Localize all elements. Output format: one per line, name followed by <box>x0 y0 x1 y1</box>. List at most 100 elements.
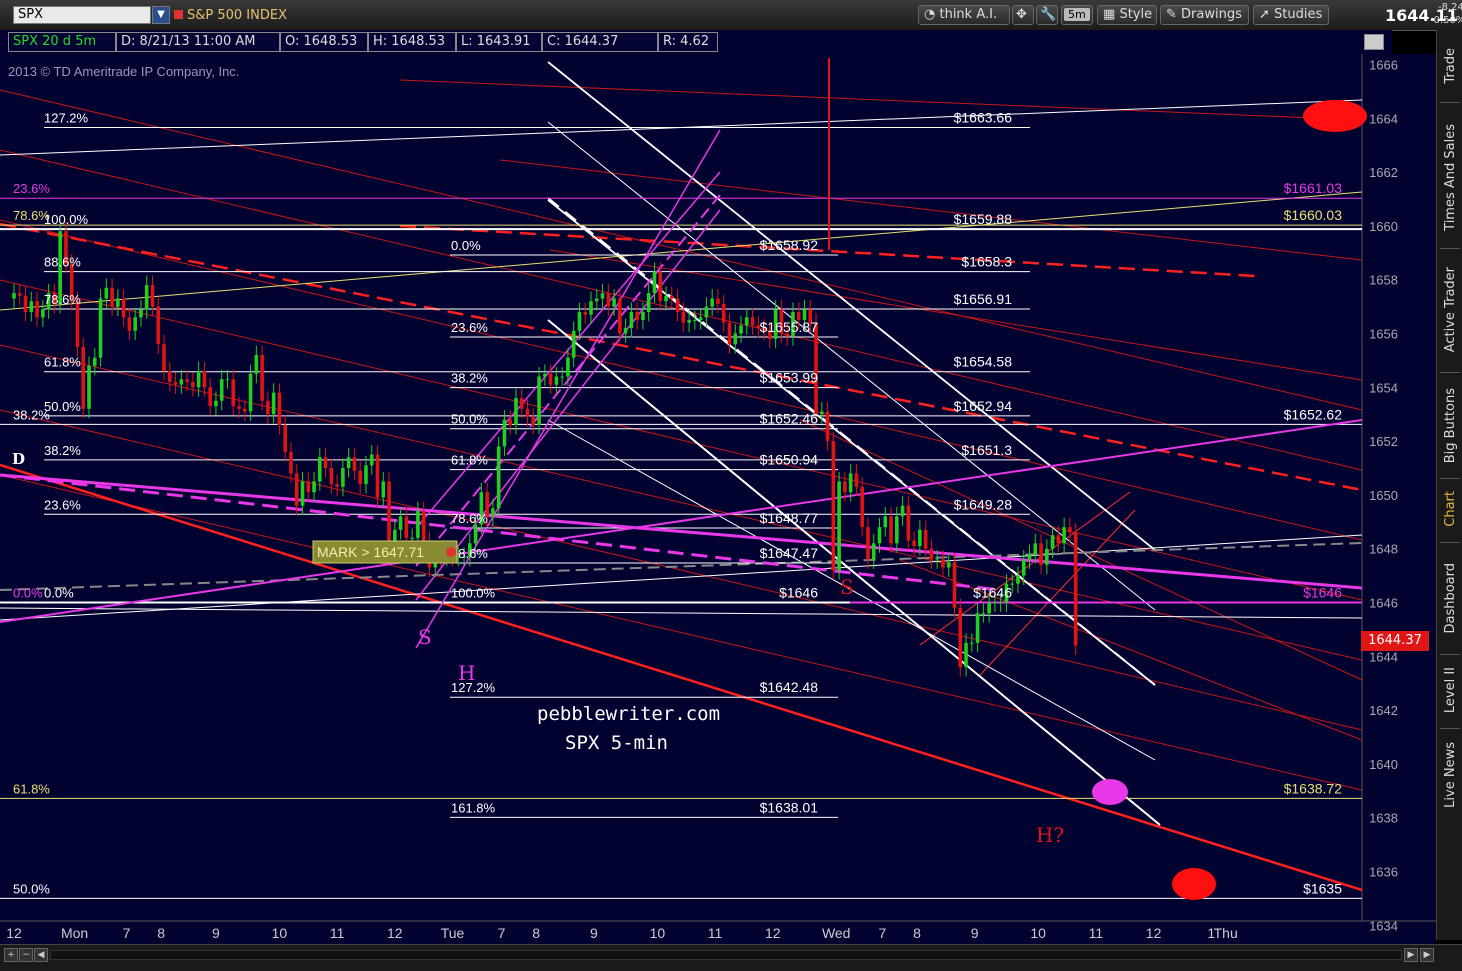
x-tick-label: 8 <box>532 925 540 941</box>
candle-body <box>854 473 859 487</box>
candle-body <box>1027 554 1032 560</box>
tab-trade[interactable]: Trade <box>1437 36 1462 96</box>
tab-dashboard[interactable]: Dashboard <box>1437 550 1462 646</box>
candle-body <box>156 306 161 345</box>
fib-pct-label: 78.6% <box>44 292 81 307</box>
candle-body <box>612 298 616 307</box>
candle-body <box>606 293 611 307</box>
crosshair-icon[interactable]: ✥ <box>1012 5 1034 25</box>
fib-price-label: $1642.48 <box>760 679 819 695</box>
candle-body <box>144 285 149 310</box>
x-tick-label: 10 <box>272 925 288 941</box>
symbol-description: S&P 500 INDEX <box>174 8 287 23</box>
candle-body <box>912 540 916 547</box>
fib-pct-label: 100.0% <box>451 586 496 601</box>
fib-pct-label: 38.2% <box>451 371 488 386</box>
candle-body <box>918 529 922 547</box>
tab-trade-label: Trade <box>1442 48 1458 84</box>
wrench-icon[interactable]: 🔧 <box>1036 5 1058 25</box>
candle-body <box>248 373 253 412</box>
style-icon: ▦ <box>1103 7 1116 22</box>
y-tick-label: 1636 <box>1369 865 1398 880</box>
studies-button[interactable]: ➚ Studies <box>1253 5 1329 25</box>
candle-body <box>560 376 564 378</box>
fib-pct-label: 23.6% <box>44 497 81 512</box>
candle-body <box>1073 532 1078 646</box>
candle-body <box>993 602 997 604</box>
x-tick-label: Thu <box>1214 925 1238 941</box>
candle-body <box>641 311 645 321</box>
candle-body <box>710 298 714 307</box>
candle-body <box>1016 575 1020 584</box>
fib-pct-label: 0.0% <box>44 586 74 601</box>
chart-title[interactable]: SPX 20 d 5m <box>8 32 116 52</box>
fib-price-label: $1649.28 <box>954 496 1013 512</box>
tab-level-ii[interactable]: Level II <box>1437 660 1462 720</box>
tab-big-buttons[interactable]: Big Buttons <box>1437 380 1462 472</box>
fib-price-label: $1659.88 <box>954 211 1013 227</box>
candle-body <box>277 392 282 425</box>
candle-body <box>410 537 414 539</box>
candle-body <box>92 357 97 366</box>
interval-button[interactable]: 5m <box>1061 5 1093 25</box>
candle-body <box>935 559 939 561</box>
net-change: -8.24 <box>1438 2 1462 13</box>
x-tick-label: 12 <box>6 925 22 941</box>
studies-icon: ➚ <box>1259 7 1270 22</box>
candle-body <box>341 468 345 487</box>
y-tick-label: 1662 <box>1369 165 1398 180</box>
candle-body <box>889 516 893 544</box>
expand-icon[interactable] <box>1364 34 1384 50</box>
chart-scrollbar[interactable] <box>50 950 1402 960</box>
candle-body <box>848 473 853 493</box>
symbol-dropdown-icon[interactable]: ▼ <box>152 6 170 24</box>
candle-body <box>514 398 518 425</box>
fib-price-label: $1658.92 <box>760 237 819 253</box>
candle-body <box>664 295 668 302</box>
tab-live-news[interactable]: Live News <box>1437 734 1462 816</box>
candle-body <box>329 468 334 485</box>
candle-body <box>970 642 974 644</box>
fib-price-label: $1651.3 <box>961 442 1012 458</box>
style-button[interactable]: ▦ Style <box>1097 5 1157 25</box>
candle-body <box>548 373 553 385</box>
drawings-button[interactable]: ✎ Drawings <box>1160 5 1249 25</box>
candle-body <box>721 303 726 323</box>
right-price-label: $1661.03 <box>1284 180 1343 196</box>
tab-chart[interactable]: Chart <box>1437 484 1462 534</box>
candle-body <box>421 511 426 541</box>
right-price-label: $1635 <box>1303 880 1342 896</box>
candle-body <box>121 298 126 318</box>
candle-body <box>866 527 870 560</box>
fib-price-label: $1646 <box>779 585 818 601</box>
candle-body <box>571 330 576 358</box>
fib-price-label: $1655.87 <box>760 319 819 335</box>
candle-body <box>716 298 720 304</box>
y-tick-label: 1650 <box>1369 488 1398 503</box>
symbol-input[interactable]: SPX <box>13 6 151 24</box>
candle-body <box>860 486 864 528</box>
right-price-label: $1652.62 <box>1284 406 1343 422</box>
candle-body <box>906 505 911 541</box>
candle-body <box>941 559 945 568</box>
price-chart[interactable]: 127.2%23.6%78.6%100.0%88.6%78.6%61.8%50.… <box>0 0 1462 970</box>
x-tick-label: 8 <box>157 925 165 941</box>
think-ai-button[interactable]: ◔ think A.I. <box>918 5 1010 25</box>
candle-body <box>646 293 651 312</box>
scroll-end-icon[interactable]: ▶ <box>1420 948 1434 962</box>
fib-pct-label: 100.0% <box>44 212 89 227</box>
tab-times-and-sales[interactable]: Times And Sales <box>1437 112 1462 242</box>
style-label: Style <box>1119 7 1153 22</box>
zoom-in-icon[interactable]: + <box>4 948 18 962</box>
candle-body <box>1050 535 1055 549</box>
y-tick-label: 1664 <box>1369 111 1398 126</box>
candle-body <box>300 481 305 506</box>
scroll-right-icon[interactable]: ▶ <box>1404 948 1418 962</box>
scroll-left-icon[interactable]: ◀ <box>34 948 48 962</box>
candle-body <box>600 293 605 299</box>
target-oval <box>1092 779 1128 805</box>
candle-body <box>623 328 628 334</box>
tab-active-trader[interactable]: Active Trader <box>1437 256 1462 364</box>
zoom-out-icon[interactable]: − <box>19 948 33 962</box>
fib-price-label: $1652.94 <box>954 398 1013 414</box>
